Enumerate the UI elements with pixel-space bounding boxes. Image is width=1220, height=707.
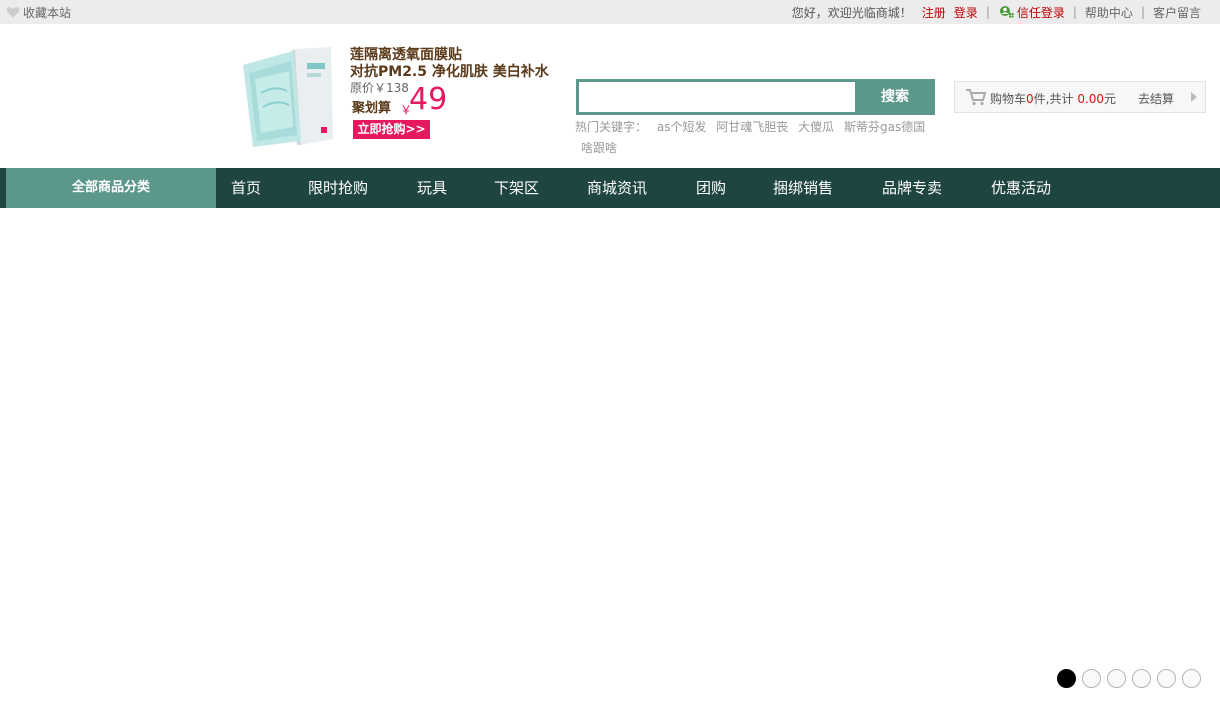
checkout-link[interactable]: 去结算 — [1138, 90, 1174, 107]
cart-count: 0 — [1026, 92, 1034, 106]
welcome-text: 您好，欢迎光临商城！ — [791, 5, 912, 20]
cart-count-unit: 件,共计 — [1033, 92, 1074, 106]
cart-currency: 元 — [1104, 92, 1117, 106]
cart-total: 0.00 — [1077, 92, 1105, 106]
search-input[interactable] — [576, 79, 857, 115]
hot-keywords: 热门关键字： as个短发 阿甘魂飞胆丧 大傻瓜 斯蒂芬gas德国 啥跟啥 — [575, 117, 937, 159]
cart-label: 购物车 — [990, 92, 1027, 106]
nav-item-mall-news[interactable]: 商城资讯 — [587, 168, 647, 208]
search-button[interactable]: 搜索 — [855, 79, 935, 115]
hot-keyword[interactable]: 啥跟啥 — [581, 141, 617, 155]
register-link[interactable]: 注册 — [922, 4, 946, 21]
nav-item-brand-store[interactable]: 品牌专卖 — [882, 168, 942, 208]
hot-keyword[interactable]: 斯蒂芬gas德国 — [844, 120, 925, 134]
hot-keyword[interactable]: as个短发 — [657, 120, 707, 134]
promo-banner[interactable]: 莲隔离透氧面膜贴 对抗PM2.5 净化肌肤 美白补水 原价￥138 聚划算 ￥ … — [233, 41, 549, 153]
buy-now-button[interactable]: 立即抢购>> — [353, 120, 430, 139]
ju-hua-suan-label: 聚划算 — [352, 101, 392, 116]
chevron-right-icon — [1191, 92, 1197, 102]
all-categories-button[interactable]: 全部商品分类 — [6, 168, 216, 208]
divider: | — [1140, 5, 1145, 19]
carousel-dot[interactable] — [1157, 669, 1176, 688]
carousel-dot[interactable] — [1107, 669, 1126, 688]
carousel-pagination — [1057, 669, 1207, 688]
divider: | — [985, 5, 990, 19]
divider: | — [1072, 5, 1077, 19]
main-nav: 全部商品分类 首页 限时抢购 玩具 下架区 商城资讯 团购 捆绑销售 品牌专卖 … — [0, 168, 1220, 208]
nav-item-toys[interactable]: 玩具 — [417, 168, 447, 208]
nav-item-promotions[interactable]: 优惠活动 — [991, 168, 1051, 208]
promo-price: 49 — [409, 82, 448, 117]
customer-message-link[interactable]: 客户留言 — [1153, 4, 1201, 21]
login-link[interactable]: 登录 — [954, 4, 978, 21]
hot-keyword[interactable]: 阿甘魂飞胆丧 — [716, 120, 788, 134]
facial-mask-product-image — [235, 43, 343, 149]
trust-login-icon — [999, 6, 1014, 18]
trust-login-link[interactable]: 信任登录 — [1017, 4, 1065, 21]
nav-item-off-shelf[interactable]: 下架区 — [494, 168, 539, 208]
nav-item-home[interactable]: 首页 — [231, 168, 261, 208]
promo-subtitle: 对抗PM2.5 净化肌肤 美白补水 — [350, 64, 549, 80]
hot-keywords-label: 热门关键字： — [575, 120, 648, 134]
top-links: 您好，欢迎光临商城！ 注册 登录 | 信任登录 | 帮助中心 | 客户留言 — [792, 3, 1201, 21]
bookmark-site-label: 收藏本站 — [23, 5, 72, 20]
heart-icon — [6, 7, 20, 18]
shopping-cart-icon — [966, 89, 987, 106]
carousel-dot[interactable] — [1082, 669, 1101, 688]
hot-keyword[interactable]: 大傻瓜 — [798, 120, 834, 134]
cart-summary: 购物车0件,共计 0.00元 — [990, 90, 1116, 107]
top-bar: 收藏本站 您好，欢迎光临商城！ 注册 登录 | 信任登录 | 帮助中心 | 客户… — [0, 0, 1220, 24]
carousel-dot[interactable] — [1132, 669, 1151, 688]
carousel-dot[interactable] — [1057, 669, 1076, 688]
nav-item-flash-sale[interactable]: 限时抢购 — [308, 168, 368, 208]
search-bar: 搜索 — [576, 79, 935, 115]
help-center-link[interactable]: 帮助中心 — [1085, 4, 1133, 21]
nav-item-bundle-sale[interactable]: 捆绑销售 — [773, 168, 833, 208]
original-price: 原价￥138 — [350, 81, 409, 95]
carousel-dot[interactable] — [1182, 669, 1201, 688]
nav-item-group-buy[interactable]: 团购 — [696, 168, 726, 208]
mini-cart[interactable]: 购物车0件,共计 0.00元 去结算 — [954, 81, 1206, 113]
bookmark-site-link[interactable]: 收藏本站 — [6, 3, 71, 21]
